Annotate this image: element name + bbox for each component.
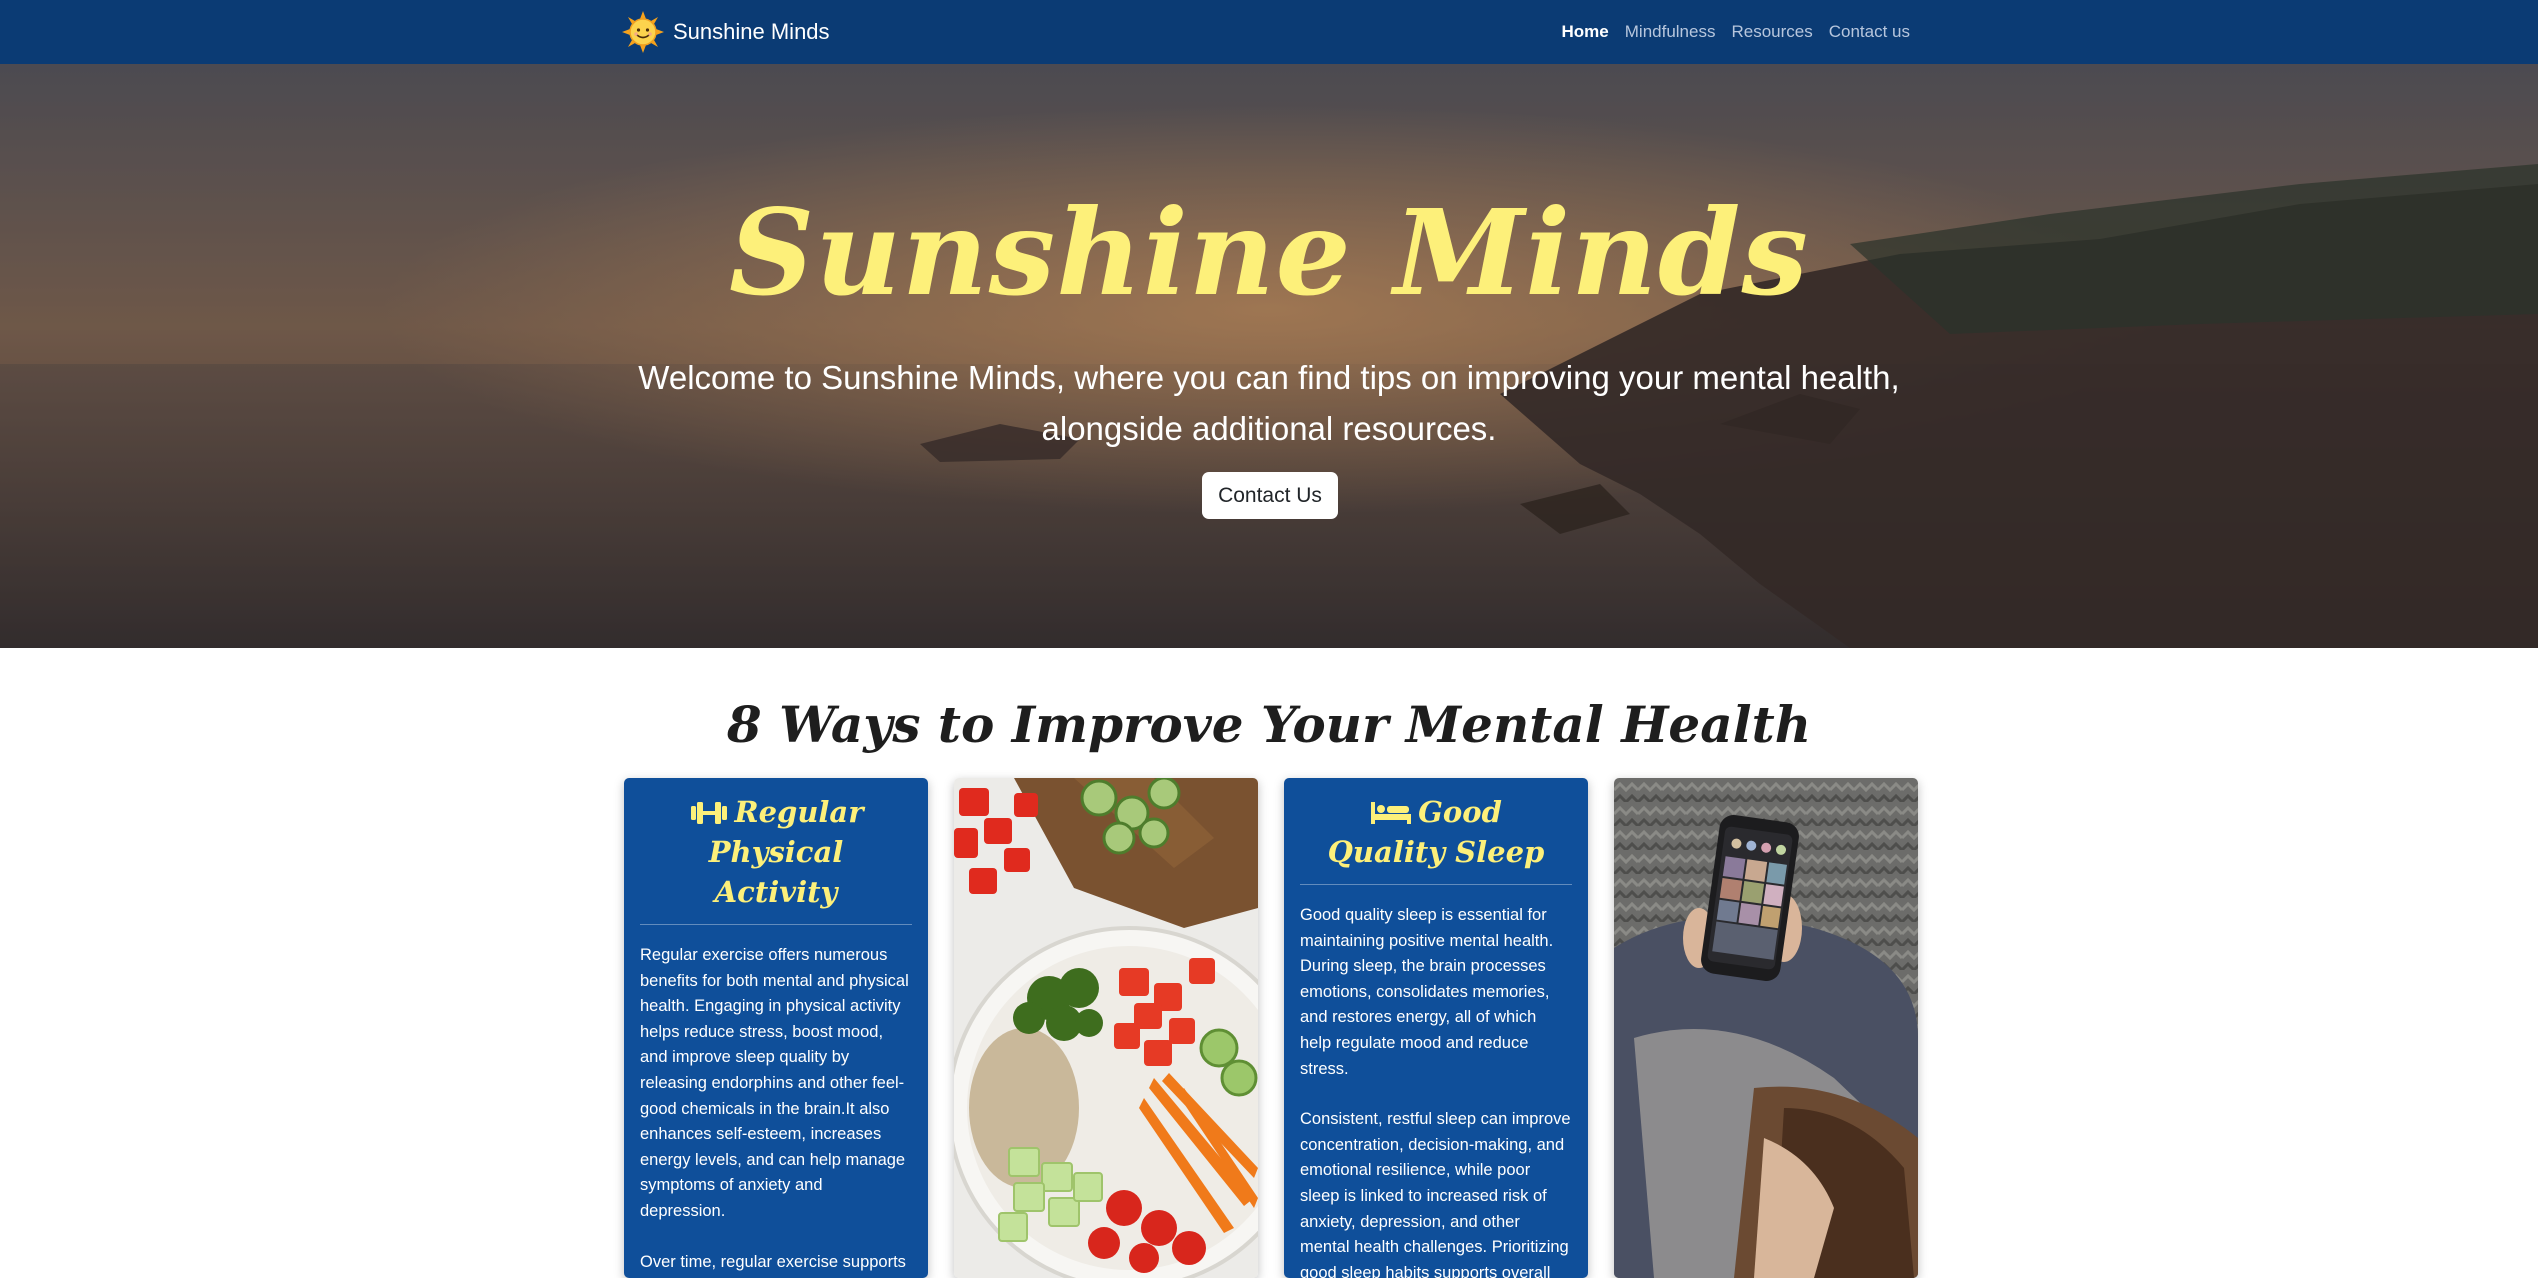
dumbbell-icon bbox=[690, 802, 727, 824]
card-paragraph: Good quality sleep is essential for main… bbox=[1300, 906, 1554, 1078]
card-heading: Regular Physical Activity bbox=[640, 778, 912, 925]
card-paragraph: Consistent, restful sleep can improve co… bbox=[1300, 1110, 1571, 1278]
hero-section: Sunshine Minds Welcome to Sunshine Minds… bbox=[0, 64, 2538, 648]
person-using-smartphone-photo bbox=[1614, 778, 1918, 1278]
card-phone-image bbox=[1614, 778, 1918, 1278]
nav-link-home[interactable]: Home bbox=[1562, 22, 1609, 42]
card-good-sleep: Good Quality Sleep Good quality sleep is… bbox=[1284, 778, 1588, 1278]
card-body: Regular exercise offers numerous benefit… bbox=[624, 925, 928, 1278]
brand-link[interactable]: Sunshine Minds bbox=[621, 10, 830, 54]
card-paragraph: Regular exercise offers numerous benefit… bbox=[640, 946, 909, 1220]
card-heading-text: Good Quality Sleep bbox=[1327, 795, 1545, 869]
card-heading-text: Regular Physical Activity bbox=[708, 795, 864, 909]
hero-subtitle: Welcome to Sunshine Minds, where you can… bbox=[638, 359, 1900, 447]
nav-link-resources[interactable]: Resources bbox=[1731, 22, 1812, 42]
card-healthy-food-image bbox=[954, 778, 1258, 1278]
hero-title: Sunshine Minds bbox=[729, 183, 1809, 322]
contact-us-button[interactable]: Contact Us bbox=[1202, 472, 1338, 519]
card-paragraph: Over time, regular exercise supports ove… bbox=[640, 1252, 906, 1271]
healthy-salad-bowl-photo bbox=[954, 778, 1258, 1278]
nav-link-mindfulness[interactable]: Mindfulness bbox=[1625, 22, 1716, 42]
section-title: 8 Ways to Improve Your Mental Health bbox=[726, 695, 1812, 754]
card-body: Good quality sleep is essential for main… bbox=[1284, 885, 1588, 1278]
nav-link-contact[interactable]: Contact us bbox=[1829, 22, 1910, 42]
smiling-sun-icon bbox=[622, 11, 664, 53]
nav-links: Home Mindfulness Resources Contact us bbox=[1562, 0, 1910, 64]
brand-name: Sunshine Minds bbox=[673, 19, 830, 44]
card-heading: Good Quality Sleep bbox=[1300, 778, 1572, 885]
card-physical-activity: Regular Physical Activity Regular exerci… bbox=[624, 778, 928, 1278]
bed-icon bbox=[1371, 802, 1412, 824]
navbar: Sunshine Minds Home Mindfulness Resource… bbox=[0, 0, 2538, 64]
